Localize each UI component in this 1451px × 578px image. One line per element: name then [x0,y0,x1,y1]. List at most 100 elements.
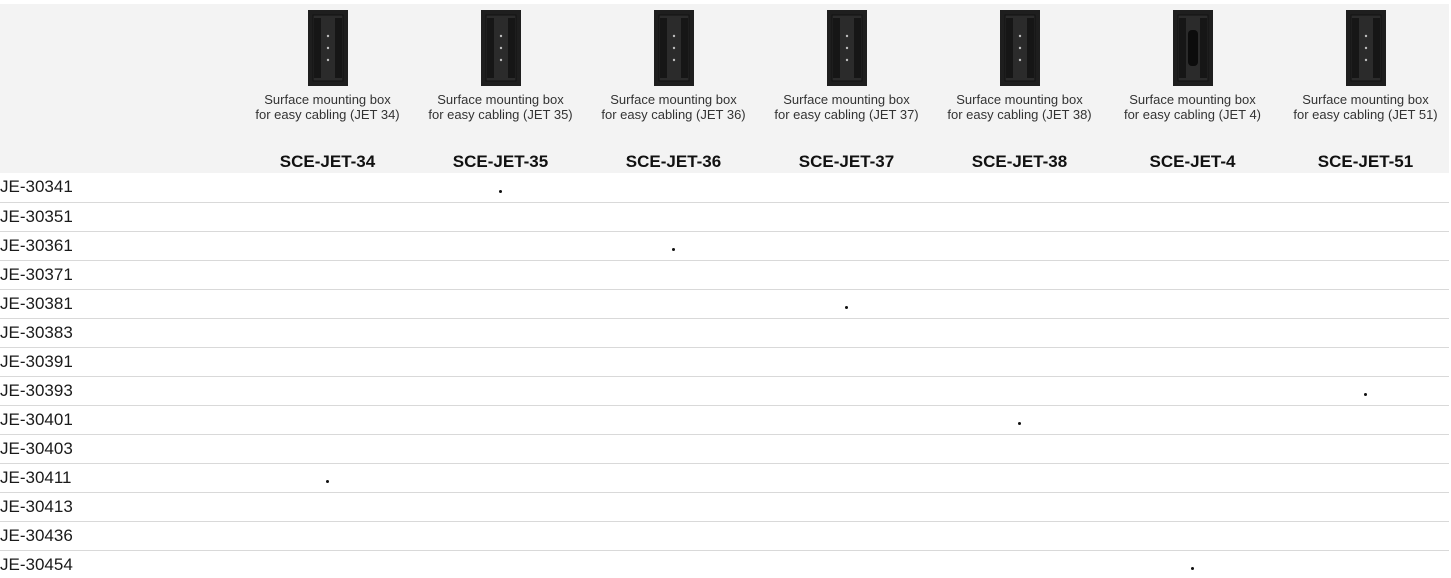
row-label: JE-30411 [0,468,72,487]
matrix-cell [760,551,933,578]
matrix-cell [1106,203,1279,231]
compatibility-dot-icon [845,306,848,309]
product-code: SCE-JET-4 [1149,152,1236,171]
matrix-cell [760,203,933,231]
mounting-box-image [825,8,869,88]
matrix-cell [587,377,760,405]
matrix-cell [1106,173,1279,202]
table-row: JE-30401 [0,405,1449,434]
row-label: JE-30371 [0,265,73,284]
matrix-cell [587,203,760,231]
matrix-cell [587,522,760,550]
matrix-cell [760,464,933,492]
mounting-box-image [1171,8,1215,88]
row-label: JE-30401 [0,410,73,429]
matrix-cell [241,522,414,550]
row-label: JE-30393 [0,381,73,400]
product-description: Surface mounting box for easy cabling (J… [428,92,573,122]
matrix-header: Surface mounting box for easy cabling (J… [0,4,1449,173]
matrix-cell [933,522,1106,550]
matrix-cell [587,290,760,318]
matrix-cell [1279,406,1451,434]
product-column-header: Surface mounting box for easy cabling (J… [1279,4,1451,173]
matrix-cell [1106,319,1279,347]
compatibility-dot-icon [672,248,675,251]
matrix-cell [760,319,933,347]
table-row: JE-30383 [0,318,1449,347]
table-row: JE-30371 [0,260,1449,289]
mounting-box-image [306,8,350,88]
table-row: JE-30361 [0,231,1449,260]
matrix-cell [760,290,933,318]
matrix-cell [1279,551,1451,578]
table-row: JE-30341 [0,173,1449,202]
matrix-cell [241,551,414,578]
matrix-cell [1106,232,1279,260]
product-description: Surface mounting box for easy cabling (J… [601,92,746,122]
table-row: JE-30436 [0,521,1449,550]
matrix-cell [1279,319,1451,347]
matrix-cell [241,493,414,521]
matrix-cell [587,319,760,347]
matrix-cell [760,173,933,202]
matrix-cell [241,290,414,318]
product-description: Surface mounting box for easy cabling (J… [1293,92,1438,122]
row-label: JE-30381 [0,294,73,313]
header-row: Surface mounting box for easy cabling (J… [0,4,1449,173]
matrix-cell [1279,522,1451,550]
matrix-cell [1106,261,1279,289]
matrix-cell [414,348,587,376]
product-column-header: Surface mounting box for easy cabling (J… [414,4,587,173]
table-row: JE-30411 [0,463,1449,492]
product-column-header: Surface mounting box for easy cabling (J… [760,4,933,173]
product-column-header: Surface mounting box for easy cabling (J… [933,4,1106,173]
matrix-cell [414,290,587,318]
product-column-header: Surface mounting box for easy cabling (J… [587,4,760,173]
product-code: SCE-JET-38 [971,152,1068,171]
product-code: SCE-JET-34 [279,152,376,171]
matrix-cell [587,435,760,463]
matrix-cell [933,406,1106,434]
matrix-cell [1106,290,1279,318]
matrix-cell [933,551,1106,578]
row-label: JE-30403 [0,439,73,458]
matrix-cell [241,377,414,405]
matrix-cell [760,435,933,463]
matrix-cell [760,232,933,260]
matrix-cell [241,435,414,463]
matrix-cell [587,348,760,376]
matrix-cell [414,551,587,578]
matrix-cell [1106,348,1279,376]
matrix-cell [1106,377,1279,405]
matrix-cell [933,319,1106,347]
matrix-cell [1106,493,1279,521]
mounting-box-image [479,8,523,88]
compatibility-dot-icon [499,189,502,193]
matrix-cell [587,493,760,521]
table-row: JE-30381 [0,289,1449,318]
matrix-cell [1279,261,1451,289]
matrix-cell [933,348,1106,376]
row-label: JE-30391 [0,352,73,371]
table-row: JE-30391 [0,347,1449,376]
matrix-cell [1279,435,1451,463]
matrix-cell [933,435,1106,463]
matrix-cell [1106,464,1279,492]
header-corner [0,4,241,173]
row-label: JE-30454 [0,555,73,574]
matrix-cell [933,261,1106,289]
matrix-cell [1279,377,1451,405]
product-description: Surface mounting box for easy cabling (J… [947,92,1092,122]
product-code: SCE-JET-51 [1317,152,1414,171]
row-label: JE-30413 [0,497,73,516]
matrix-cell [414,406,587,434]
matrix-cell [241,319,414,347]
matrix-cell [1106,522,1279,550]
product-code: SCE-JET-35 [452,152,549,171]
matrix-cell [1279,290,1451,318]
matrix-cell [587,261,760,289]
matrix-cell [414,319,587,347]
product-column-header: Surface mounting box for easy cabling (J… [241,4,414,173]
matrix-cell [414,203,587,231]
matrix-cell [587,464,760,492]
